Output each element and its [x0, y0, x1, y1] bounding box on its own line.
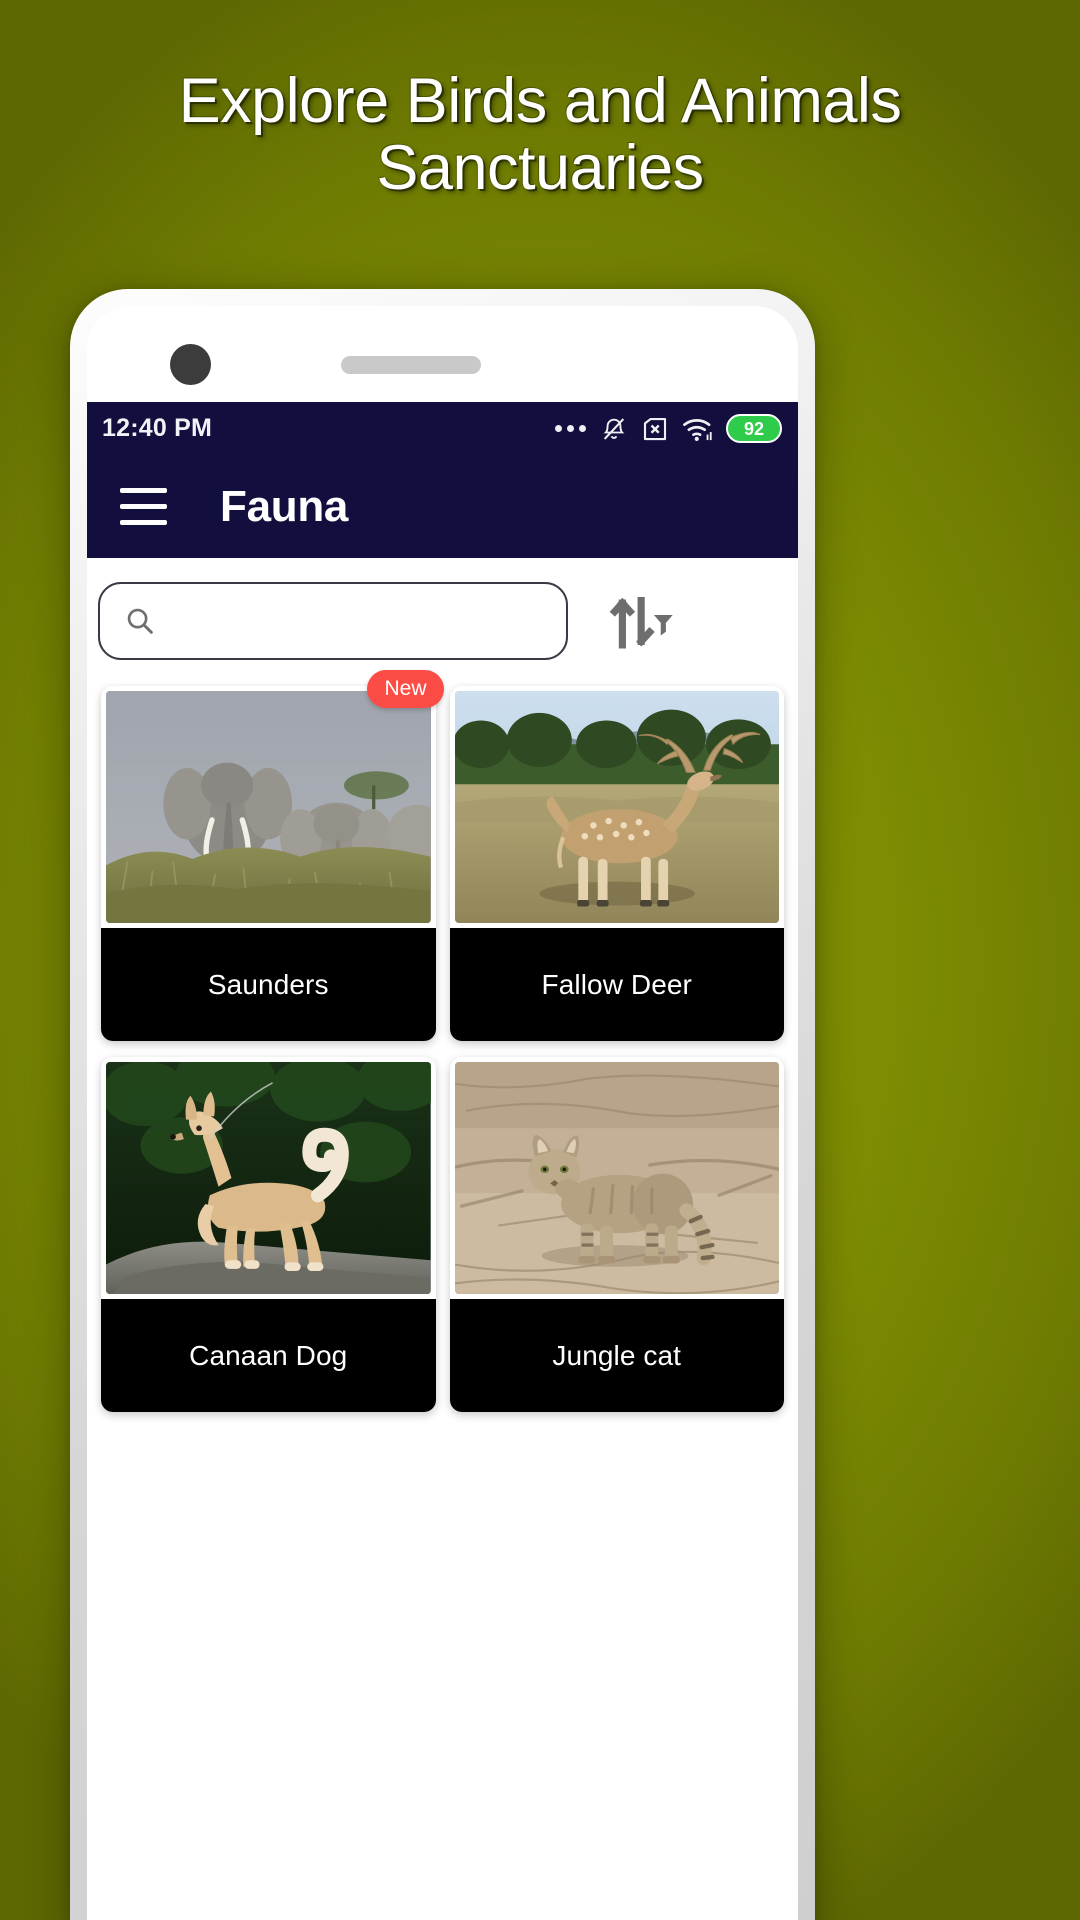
card-image-jungle-cat: [454, 1062, 779, 1294]
bell-off-icon: [603, 417, 625, 440]
promo-screenshot: Explore Birds and Animals Sanctuaries 12…: [0, 0, 1080, 1920]
card-image-elephants: [106, 691, 431, 923]
fauna-card[interactable]: Fallow Deer: [449, 686, 784, 1041]
status-bar: 12:40 PM 92: [87, 402, 798, 455]
card-image-canaan-dog: [106, 1062, 431, 1294]
earpiece-speaker: [341, 356, 481, 374]
app-content: New Saunders Fallow Deer Canaan Dog Jung…: [87, 558, 798, 1920]
app-bar: Fauna: [87, 455, 798, 558]
front-camera-icon: [170, 344, 211, 385]
card-label: Jungle cat: [449, 1299, 784, 1412]
search-box[interactable]: [98, 582, 568, 660]
hamburger-menu-icon[interactable]: [120, 488, 167, 525]
search-input[interactable]: [168, 604, 542, 638]
fauna-card[interactable]: Canaan Dog: [101, 1057, 436, 1412]
search-icon: [127, 608, 153, 634]
card-label: Saunders: [101, 928, 436, 1041]
phone-screen: 12:40 PM 92 Fauna New Saunders Fallow De…: [87, 306, 798, 1920]
phone-frame: 12:40 PM 92 Fauna New Saunders Fallow De…: [70, 289, 815, 1920]
fauna-card[interactable]: New Saunders: [101, 670, 444, 1041]
page-title: Fauna: [220, 481, 349, 531]
fauna-card[interactable]: Jungle cat: [449, 1057, 784, 1412]
card-image-fallow-deer: [454, 691, 779, 923]
battery-level: 92: [743, 418, 765, 439]
promo-headline: Explore Birds and Animals Sanctuaries: [178, 66, 902, 203]
wifi-icon: [683, 418, 712, 441]
status-icons: 92: [555, 414, 782, 444]
more-dots-icon: [555, 425, 586, 432]
card-label: Fallow Deer: [449, 928, 784, 1041]
status-time: 12:40 PM: [102, 414, 212, 442]
sort-filter-icon: [609, 596, 673, 649]
card-label: Canaan Dog: [101, 1299, 436, 1412]
sort-filter-button[interactable]: [604, 589, 680, 653]
fauna-card-grid: New Saunders Fallow Deer Canaan Dog Jung…: [87, 670, 798, 1412]
status-badge: New: [367, 670, 444, 708]
search-row: [87, 558, 798, 680]
sim-card-x-icon: [643, 417, 667, 440]
phone-top-bezel: [87, 306, 798, 402]
battery-icon: 92: [726, 414, 782, 443]
